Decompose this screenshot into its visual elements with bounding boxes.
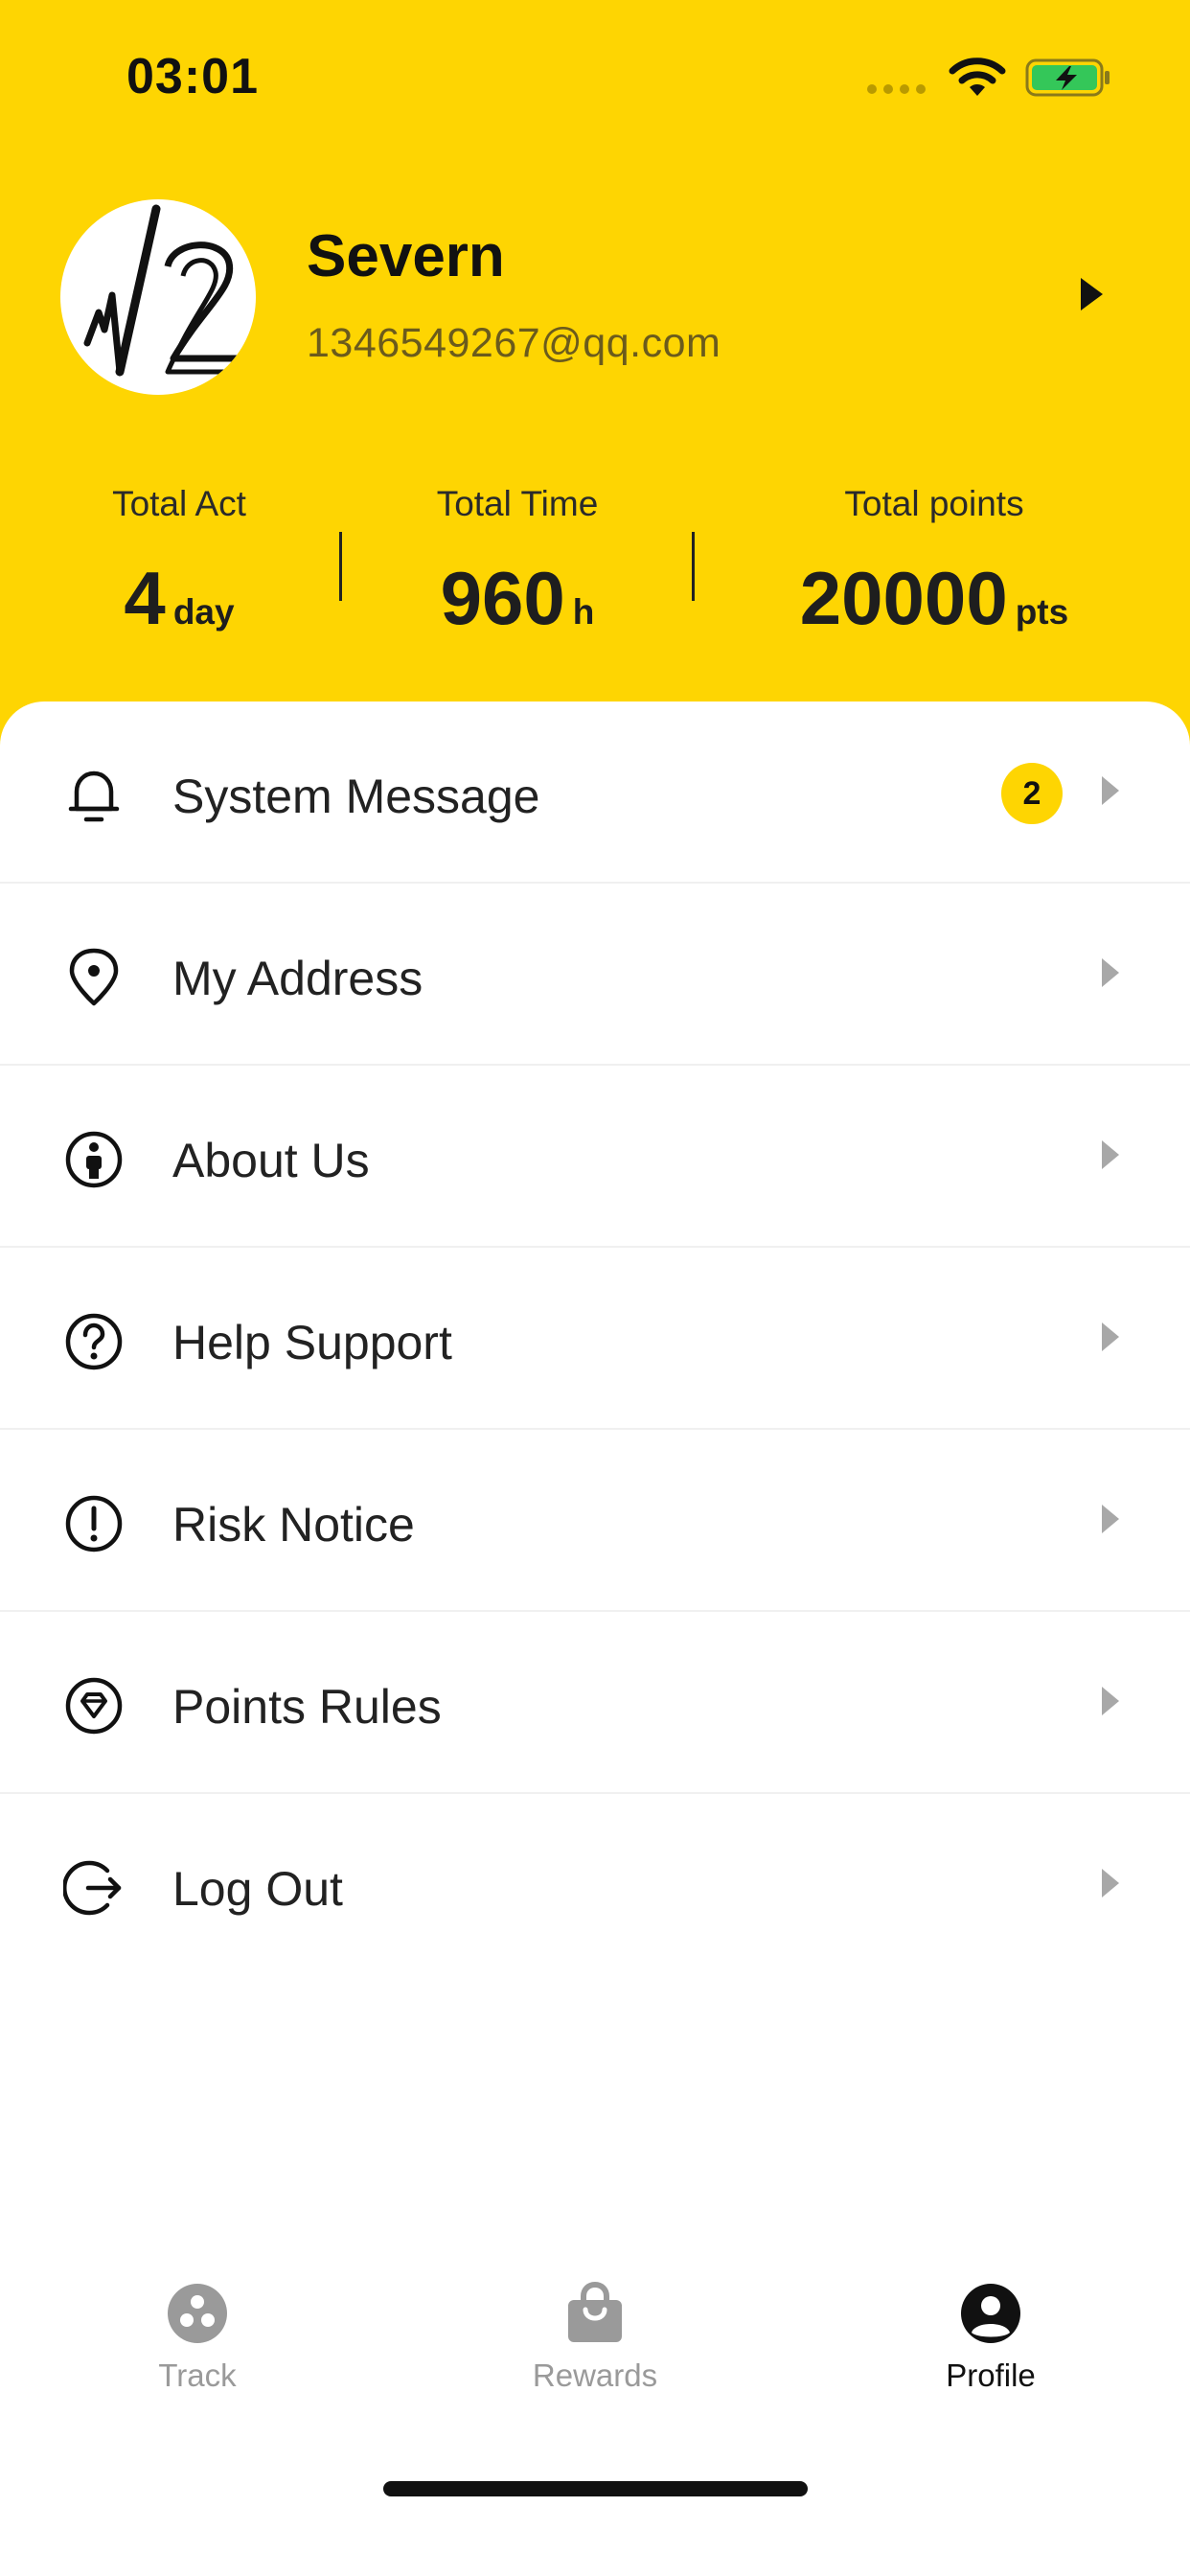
wifi-icon (949, 58, 1006, 96)
bell-icon (68, 770, 120, 822)
menu-item-label: About Us (172, 1134, 370, 1187)
battery-charging-icon (1025, 58, 1110, 97)
tab-profile[interactable]: Profile (876, 2281, 1106, 2394)
chevron-right-icon (1102, 1869, 1119, 1898)
chevron-right-icon (1102, 776, 1119, 805)
tab-rewards[interactable]: Rewards (480, 2281, 710, 2394)
stat-value: 4 (124, 556, 166, 640)
menu-item-log-out[interactable]: Log Out (0, 1794, 1190, 1976)
stat-unit: pts (1015, 592, 1069, 632)
brand-logo-icon (83, 204, 248, 377)
track-icon (168, 2284, 227, 2343)
stat-value: 960 (440, 556, 565, 640)
menu-item-my-address[interactable]: My Address (0, 884, 1190, 1066)
stat-value: 20000 (799, 556, 1008, 640)
menu-item-risk-notice[interactable]: Risk Notice (0, 1430, 1190, 1612)
tab-label: Track (158, 2358, 237, 2393)
stat-total-act: Total Act 4 day (57, 484, 301, 642)
menu-item-about-us[interactable]: About Us (0, 1066, 1190, 1248)
stat-label: Total points (844, 484, 1024, 523)
tab-track[interactable]: Track (82, 2281, 312, 2394)
info-person-icon (65, 1131, 123, 1188)
chevron-right-icon (1102, 1322, 1119, 1351)
diamond-icon (65, 1677, 123, 1735)
menu-item-help-support[interactable]: Help Support (0, 1248, 1190, 1430)
stat-divider (692, 532, 695, 601)
cellular-signal-icon (867, 84, 926, 94)
notification-badge: 2 (1001, 763, 1063, 824)
home-indicator (383, 2481, 808, 2496)
menu-item-label: Risk Notice (172, 1498, 415, 1552)
stat-total-points: Total points 20000 pts (757, 484, 1111, 642)
question-icon (65, 1313, 123, 1370)
status-time: 03:01 (126, 49, 259, 104)
stat-label: Total Time (436, 484, 599, 523)
menu-item-label: My Address (172, 952, 423, 1005)
user-name: Severn (307, 223, 505, 289)
location-pin-icon (69, 948, 119, 1006)
chevron-right-icon (1102, 1505, 1119, 1533)
menu-item-system-message[interactable]: System Message 2 (0, 702, 1190, 884)
menu-item-label: Log Out (172, 1862, 343, 1916)
logout-icon (63, 1860, 122, 1916)
stat-unit: day (172, 592, 235, 632)
user-circle-icon (961, 2284, 1020, 2343)
chevron-right-icon (1102, 958, 1119, 987)
tab-label: Profile (946, 2358, 1036, 2393)
menu-list: System Message 2 My Address About Us Hel… (0, 702, 1190, 1976)
profile-arrow-icon[interactable] (1077, 275, 1106, 313)
profile-header: 03:01 Severn 1346549267@qq.com Total Act… (0, 0, 1190, 757)
avatar[interactable] (60, 199, 256, 395)
menu-item-label: Help Support (172, 1316, 452, 1369)
chevron-right-icon (1102, 1140, 1119, 1169)
stat-unit: h (572, 592, 595, 632)
menu-item-label: Points Rules (172, 1680, 442, 1734)
exclamation-icon (65, 1495, 123, 1552)
tab-label: Rewards (532, 2358, 658, 2393)
stat-label: Total Act (112, 484, 246, 523)
menu-item-points-rules[interactable]: Points Rules (0, 1612, 1190, 1794)
user-email: 1346549267@qq.com (307, 320, 721, 366)
menu-item-label: System Message (172, 770, 540, 823)
tab-bar: Track Rewards Profile (0, 2281, 1190, 2415)
shopping-bag-icon (568, 2281, 622, 2342)
chevron-right-icon (1102, 1687, 1119, 1715)
stat-total-time: Total Time 960 h (383, 484, 652, 642)
stat-divider (339, 532, 342, 601)
